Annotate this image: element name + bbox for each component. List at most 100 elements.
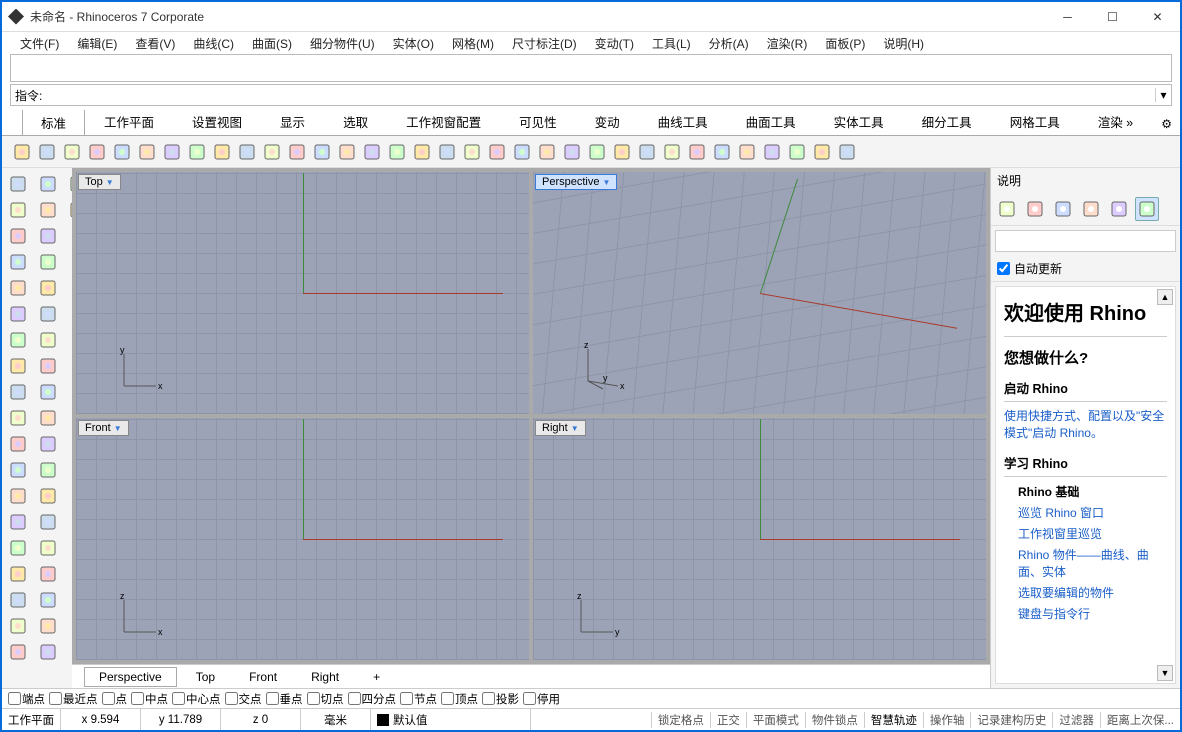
twist-icon[interactable] [34,250,62,274]
eyedrop-icon[interactable] [1079,197,1103,221]
menu-item[interactable]: 面板(P) [817,33,873,54]
help-link[interactable]: 键盘与指令行 [1004,603,1167,624]
help-icon[interactable] [835,140,859,164]
bend-icon[interactable] [34,224,62,248]
dim-icon[interactable] [34,302,62,326]
tab-item[interactable]: 实体工具 [815,110,903,135]
car-icon[interactable] [460,140,484,164]
cylinder-icon[interactable] [4,562,32,586]
ungroup-icon[interactable] [34,588,62,612]
osnap-checkbox[interactable] [482,692,495,705]
scroll-down-button[interactable]: ▼ [1157,665,1173,681]
osnap-checkbox[interactable] [266,692,279,705]
help-link[interactable]: 工作视窗里巡览 [1004,523,1167,544]
measure-icon[interactable] [535,140,559,164]
add-viewport-button[interactable]: + [358,667,395,687]
status-toggle[interactable]: 智慧轨迹 [864,712,923,728]
saturn-icon[interactable] [1051,197,1075,221]
osnap-option[interactable]: 停用 [523,691,560,707]
osnap-option[interactable]: 最近点 [49,691,98,707]
tab-item[interactable]: 变动 [576,110,639,135]
book1-icon[interactable] [610,140,634,164]
box-icon[interactable] [4,536,32,560]
layers-icon[interactable] [735,140,759,164]
help-link[interactable]: Rhino 物件——曲线、曲面、实体 [1004,544,1167,582]
osnap-checkbox[interactable] [102,692,115,705]
menu-item[interactable]: 编辑(E) [69,33,125,54]
spiral-icon[interactable] [4,484,32,508]
osnap-option[interactable]: 垂点 [266,691,303,707]
prefs-icon[interactable] [110,140,134,164]
viewport-front[interactable]: Front▼ xz [76,418,529,660]
lasso-icon[interactable] [4,198,32,222]
menu-item[interactable]: 文件(F) [12,33,67,54]
status-toggle[interactable]: 记录建构历史 [970,712,1052,728]
menu-item[interactable]: 变动(T) [587,33,642,54]
tab-item[interactable]: 细分工具 [903,110,991,135]
mirror-icon[interactable] [34,432,62,456]
tab-item[interactable]: 显示 [261,110,324,135]
print-icon[interactable] [85,140,109,164]
group-icon[interactable] [34,562,62,586]
viewport-label-front[interactable]: Front▼ [78,420,129,436]
osnap-checkbox[interactable] [523,692,536,705]
new-icon[interactable] [10,140,34,164]
open-icon[interactable] [35,140,59,164]
tab-item[interactable]: 标准 [22,110,85,136]
paste-icon[interactable] [185,140,209,164]
viewport-top[interactable]: Top▼ xy [76,172,529,414]
osnap-option[interactable]: 端点 [8,691,45,707]
scale-icon[interactable] [34,406,62,430]
viewport-tab[interactable]: Front [234,667,292,687]
viewport-right[interactable]: Right▼ yz [533,418,986,660]
move-icon[interactable] [34,354,62,378]
osnap-option[interactable]: 中点 [131,691,168,707]
status-toggle[interactable]: 操作轴 [923,712,971,728]
tab-overflow[interactable]: 渲染 » [1079,110,1152,135]
rotate2-icon[interactable] [34,380,62,404]
close-button[interactable]: ✕ [1135,3,1180,31]
maximize-button[interactable]: ☐ [1090,3,1135,31]
osnap-option[interactable]: 节点 [400,691,437,707]
save-icon[interactable] [60,140,84,164]
zoom-win-icon[interactable] [360,140,384,164]
pointer-icon[interactable] [4,172,32,196]
osnap-checkbox[interactable] [225,692,238,705]
hide-icon[interactable] [34,640,62,664]
status-layer[interactable]: 默认值 [371,709,531,730]
status-toggle[interactable]: 平面模式 [746,712,805,728]
hatch-icon[interactable] [34,328,62,352]
tab-item[interactable]: 选取 [324,110,387,135]
layer-icon[interactable] [34,614,62,638]
polyline-icon[interactable] [4,250,32,274]
command-input[interactable] [46,86,1155,104]
pan-icon[interactable] [260,140,284,164]
menu-item[interactable]: 尺寸标注(D) [504,33,585,54]
zoom-icon[interactable] [385,140,409,164]
menu-item[interactable]: 网格(M) [444,33,502,54]
osnap-checkbox[interactable] [400,692,413,705]
auto-update-input[interactable] [997,262,1010,275]
rect-icon[interactable] [4,354,32,378]
rotate-icon[interactable] [285,140,309,164]
maximize-icon[interactable] [410,140,434,164]
ellipse-icon[interactable] [4,302,32,326]
menu-item[interactable]: 分析(A) [701,33,757,54]
trim-icon[interactable] [34,484,62,508]
ball1-icon[interactable] [685,140,709,164]
status-toggle[interactable]: 正交 [710,712,746,728]
help-link[interactable]: 巡览 Rhino 窗口 [1004,502,1167,523]
minimize-button[interactable]: ─ [1045,3,1090,31]
zoom-sel-icon[interactable] [310,140,334,164]
menu-item[interactable]: 实体(O) [385,33,442,54]
pipe-icon[interactable] [4,510,32,534]
line-icon[interactable] [4,224,32,248]
status-cplane[interactable]: 工作平面 [2,709,61,730]
4view-icon[interactable] [435,140,459,164]
menu-item[interactable]: 说明(H) [875,33,932,54]
cut-icon[interactable] [135,140,159,164]
auto-update-checkbox[interactable]: 自动更新 [991,256,1180,282]
tab-item[interactable]: 网格工具 [991,110,1079,135]
sphere-icon[interactable] [585,140,609,164]
osnap-checkbox[interactable] [131,692,144,705]
